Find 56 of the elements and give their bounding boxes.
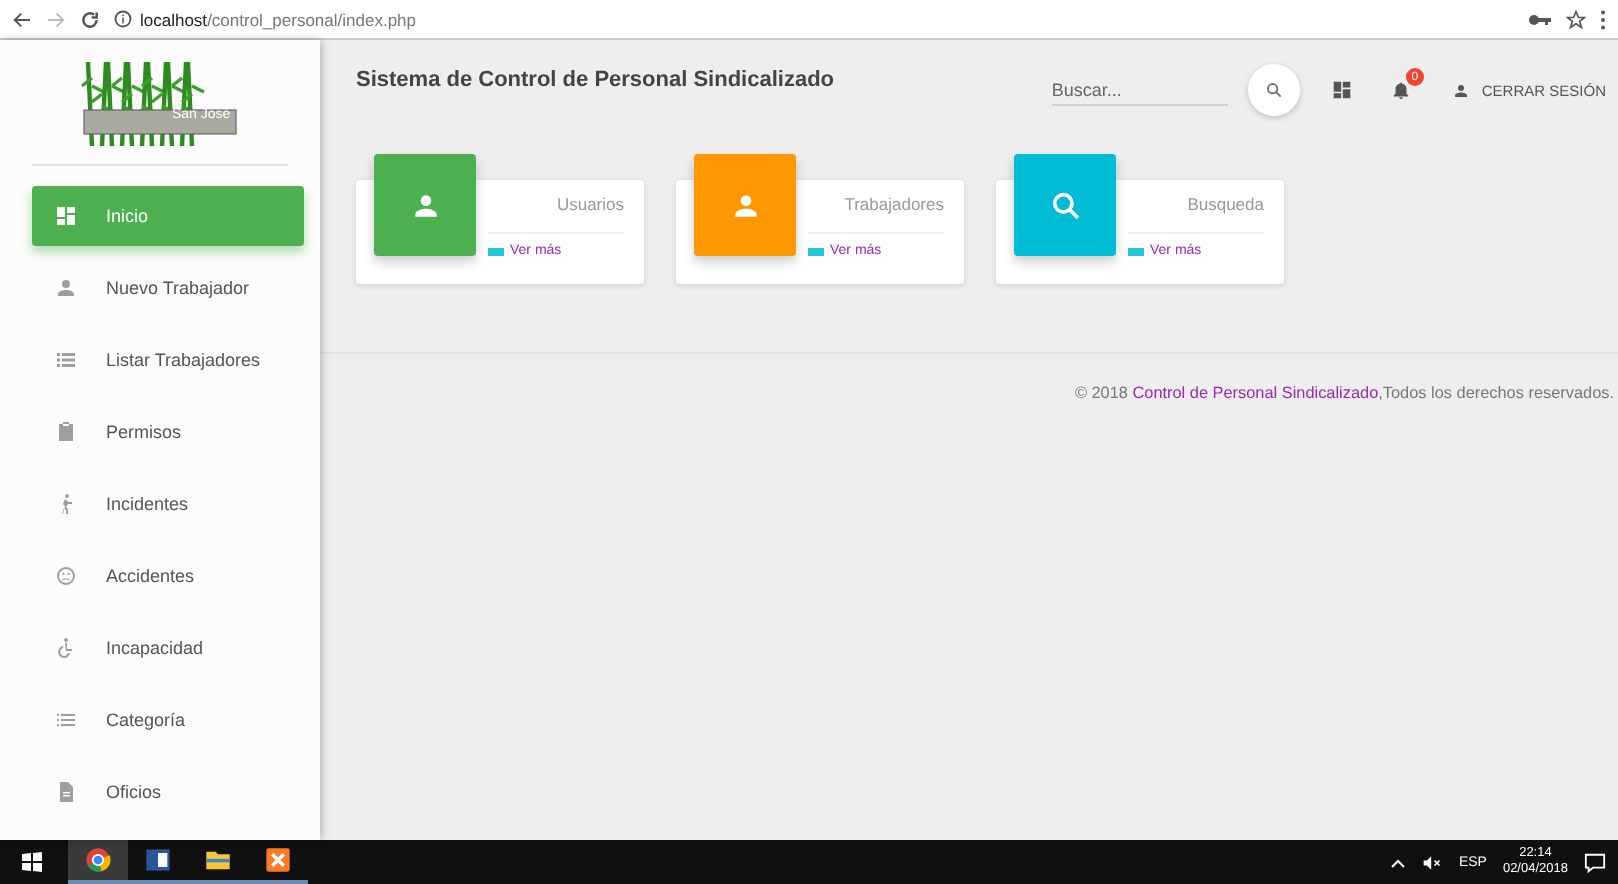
list-icon: [488, 247, 504, 255]
sidebar-item[interactable]: Oficios: [32, 762, 304, 822]
sidebar-item-label: Listar Trabajadores: [106, 350, 261, 370]
chevron-up-icon[interactable]: [1390, 857, 1407, 867]
sidebar-item-label: Nuevo Trabajador: [106, 278, 250, 298]
person-icon: [729, 189, 761, 221]
sidebar-item[interactable]: Incidentes: [32, 474, 304, 534]
sidebar-item-label: Categoría: [106, 710, 186, 730]
menu-item-icon: [54, 780, 78, 804]
sidebar-item-label: Inicio: [106, 206, 149, 226]
notifications-icon[interactable]: [1584, 851, 1606, 873]
menu-icon[interactable]: [1600, 9, 1606, 29]
menu-item-icon: [54, 348, 78, 372]
card-title: Busqueda: [1128, 194, 1264, 234]
copyright-text: © 2018 Control de Personal Sindicalizado,Todos los derechos reservados.: [1074, 384, 1614, 402]
list-icon: [808, 247, 824, 255]
windows-start-icon[interactable]: [20, 850, 44, 874]
sidebar-item[interactable]: Categoría: [32, 690, 304, 750]
speaker-muted-icon[interactable]: [1422, 853, 1443, 871]
card-title: Usuarios: [488, 194, 624, 234]
menu-item-icon: [54, 564, 78, 588]
sidebar-item[interactable]: Accidentes: [32, 546, 304, 606]
sidebar-item[interactable]: Incapacidad: [32, 618, 304, 678]
search-field[interactable]: Buscar...: [1051, 75, 1228, 105]
sidebar-item[interactable]: Listar Trabajadores: [32, 330, 304, 390]
search-button[interactable]: [1247, 64, 1300, 116]
sidebar-item-label: Incidentes: [106, 494, 189, 514]
person-icon: [1451, 81, 1470, 99]
person-icon: [409, 189, 441, 221]
menu-item-icon: [54, 204, 78, 228]
back-icon[interactable]: [12, 11, 32, 27]
key-icon[interactable]: [1528, 11, 1552, 27]
footer-link[interactable]: Control de Personal Sindicalizado: [1132, 384, 1379, 402]
sidebar-item-label: Oficios: [106, 782, 162, 802]
sidebar-item-label: Accidentes: [106, 566, 195, 586]
page-title: Sistema de Control de Personal Sindicalizado: [356, 68, 837, 92]
sidebar-item-label: Incapacidad: [106, 638, 204, 658]
menu-item-icon: [54, 708, 78, 732]
reload-icon[interactable]: [80, 9, 100, 29]
menu-item-icon: [54, 420, 78, 444]
url-text: localhost/control_personal/index.php: [140, 9, 416, 29]
address-bar[interactable]: localhost/control_personal/index.php: [114, 4, 1514, 34]
menu-item-icon: [54, 636, 78, 660]
search-icon: [1049, 189, 1081, 221]
search-icon: [1265, 82, 1282, 98]
sidebar-item-label: Permisos: [106, 422, 182, 442]
sidebar-item[interactable]: Nuevo Trabajador: [32, 258, 304, 318]
dashboard-icon[interactable]: [1331, 80, 1352, 100]
menu-item-icon: [54, 276, 78, 300]
info-icon[interactable]: [114, 10, 132, 28]
sidebar-item[interactable]: Permisos: [32, 402, 304, 462]
star-icon[interactable]: [1566, 9, 1586, 29]
bell-icon[interactable]: [1389, 78, 1412, 102]
browser-taskbar-icon[interactable]: [68, 840, 128, 884]
card-title: Trabajadores: [808, 194, 944, 234]
list-icon: [1128, 247, 1144, 255]
